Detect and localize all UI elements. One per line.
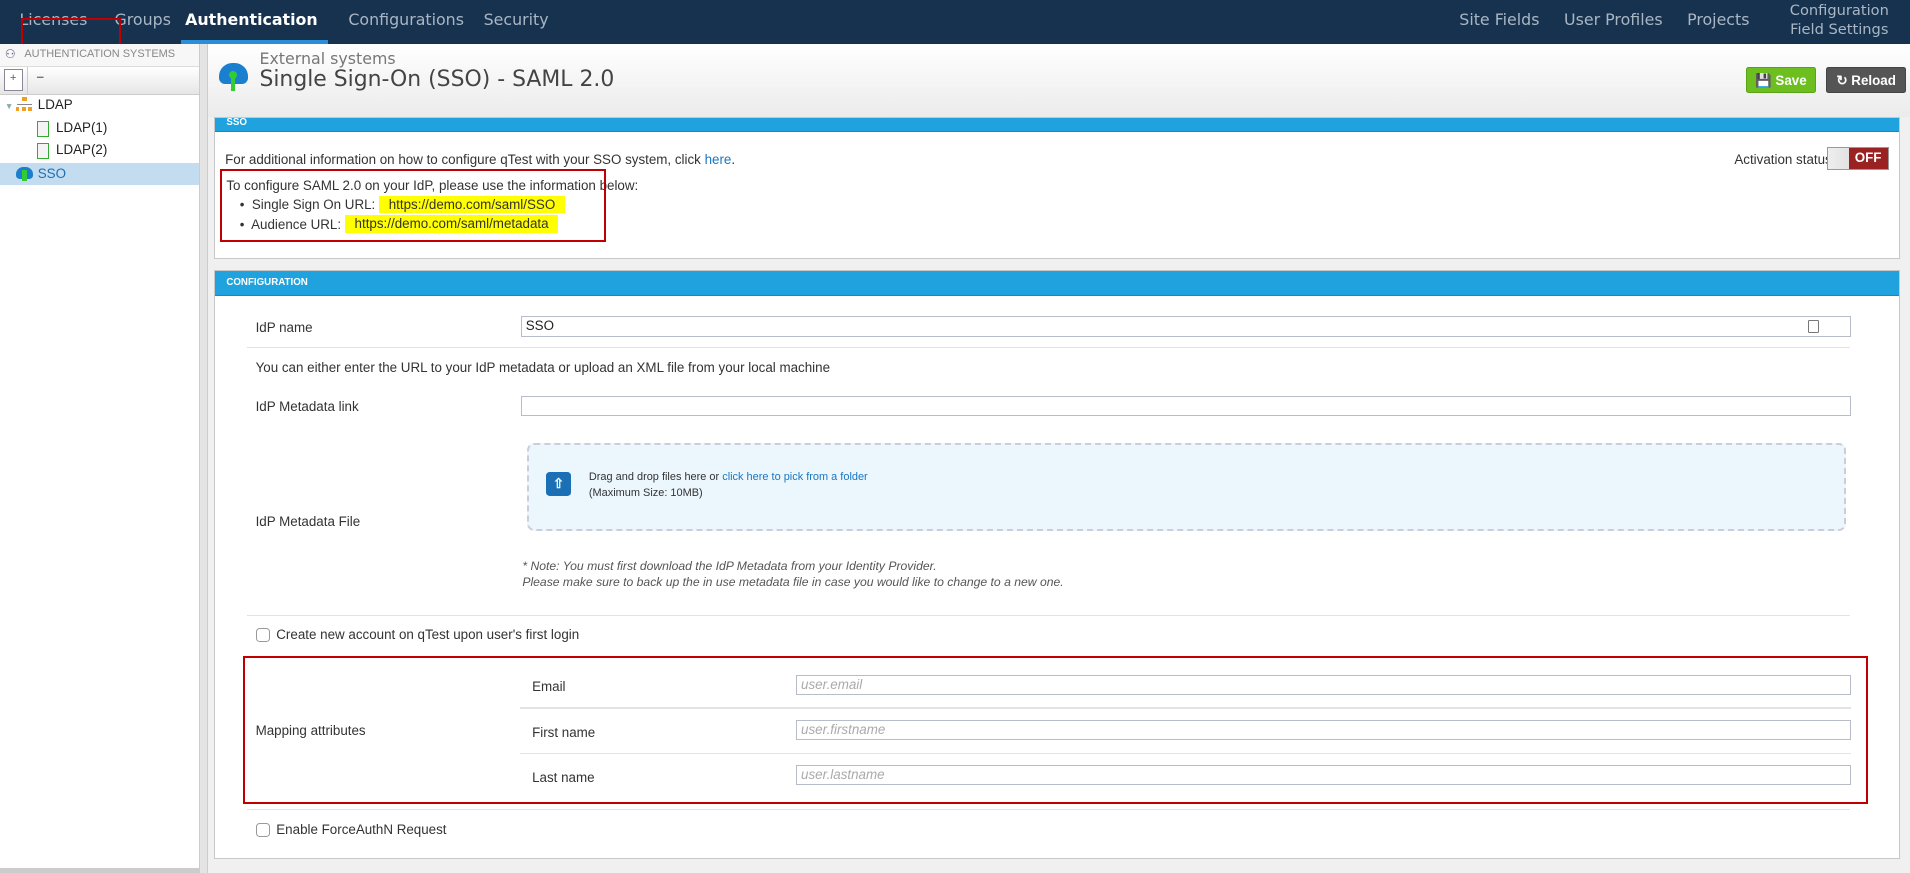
tab-label-line1: Configuration	[1789, 2, 1889, 20]
page-subtitle: External systems	[259, 48, 396, 68]
info-prefix: For additional information on how to con…	[225, 152, 705, 168]
expand-triangle-icon[interactable]: ▼	[5, 101, 13, 111]
sidebar-toolbar: + –	[0, 66, 199, 95]
tree-item-sso-selected[interactable]: SSO	[0, 163, 199, 186]
panel-splitter[interactable]	[199, 43, 209, 873]
mapping-email-label: Email	[532, 679, 566, 695]
forceauthn-label: Enable ForceAuthN Request	[276, 821, 447, 837]
sso-info-text: For additional information on how to con…	[225, 152, 735, 167]
audience-url-row: • Audience URL: https://demo.com/saml/me…	[240, 215, 559, 233]
info-suffix: .	[731, 152, 736, 168]
sso-cloud-key-icon	[219, 63, 249, 92]
create-account-checkbox[interactable]	[255, 628, 270, 643]
help-link[interactable]: here	[705, 152, 732, 167]
sso-panel-header: SSO	[215, 118, 1900, 133]
configure-text: To configure SAML 2.0 on your IdP, pleas…	[226, 177, 639, 193]
drop-text: Drag and drop files here or click here t…	[589, 471, 868, 483]
activation-toggle[interactable]: OFF	[1826, 147, 1890, 171]
tree-item-sso-label: SSO	[37, 165, 66, 181]
metadata-link-input[interactable]	[521, 395, 1852, 417]
max-size-text: (Maximum Size: 10MB)	[588, 486, 703, 499]
idp-name-label: IdP name	[255, 320, 313, 336]
mapping-attributes-label: Mapping attributes	[255, 723, 366, 739]
tree-item-ldap-2[interactable]: LDAP(2)	[56, 139, 107, 161]
save-label: Save	[1775, 72, 1807, 88]
tab-groups[interactable]: Groups	[115, 10, 171, 29]
mapping-first-name-input[interactable]: user.firstname	[796, 719, 1852, 741]
idp-name-input[interactable]: SSO	[521, 316, 1852, 338]
sidebar: ⚇ AUTHENTICATION SYSTEMS + – ▼ LDAP LDAP…	[0, 43, 200, 873]
sidebar-title: AUTHENTICATION SYSTEMS	[24, 47, 176, 60]
upload-icon: ⇧	[546, 471, 571, 497]
document-icon	[36, 120, 50, 138]
sso-panel: SSO For additional information on how to…	[214, 116, 1901, 260]
pick-folder-link[interactable]: click here to pick from a folder	[722, 471, 868, 483]
mapping-last-name-input[interactable]: user.lastname	[796, 764, 1852, 786]
note-line-1: * Note: You must first download the IdP …	[522, 558, 937, 573]
save-button[interactable]: 💾 Save	[1745, 66, 1817, 93]
sso-url-label: Single Sign On URL:	[251, 197, 376, 213]
audience-url-label: Audience URL:	[251, 216, 342, 232]
top-nav: Licenses Groups Authentication Configura…	[0, 0, 1910, 44]
add-system-icon[interactable]: +	[3, 69, 23, 91]
hierarchy-icon	[15, 97, 33, 112]
mapping-last-name-label: Last name	[532, 769, 595, 785]
metadata-hint-text: You can either enter the URL to your IdP…	[255, 360, 831, 376]
sidebar-scrollbar[interactable]	[0, 868, 199, 873]
tab-configurations[interactable]: Configurations	[348, 10, 464, 29]
toggle-off-label: OFF	[1848, 148, 1888, 169]
users-icon: ⚇	[4, 46, 16, 61]
reload-button[interactable]: ↻ Reload	[1825, 66, 1907, 93]
sso-url-row: • Single Sign On URL: https://demo.com/s…	[240, 195, 565, 214]
note-line-2: Please make sure to back up the in use m…	[522, 574, 1064, 589]
file-dropzone[interactable]: ⇧ Drag and drop files here or click here…	[527, 443, 1847, 531]
audience-url-value: https://demo.com/saml/metadata	[344, 215, 559, 233]
contact-card-icon	[1808, 319, 1819, 333]
metadata-link-label: IdP Metadata link	[255, 399, 359, 415]
tab-security[interactable]: Security	[484, 10, 549, 29]
collapse-button[interactable]: –	[37, 69, 44, 84]
tab-label-line2: Field Settings	[1790, 20, 1889, 38]
configuration-panel: CONFIGURATION IdP name SSO You can eithe…	[214, 270, 1901, 859]
tree-item-ldap[interactable]: LDAP	[38, 94, 73, 116]
page-header: External systems Single Sign-On (SSO) - …	[208, 43, 1910, 117]
create-account-label: Create new account on qTest upon user's …	[276, 627, 580, 643]
tab-projects[interactable]: Projects	[1687, 10, 1749, 29]
sso-url-value: https://demo.com/saml/SSO	[379, 195, 565, 214]
activation-status-label: Activation status	[1734, 152, 1832, 168]
metadata-file-label: IdP Metadata File	[255, 513, 361, 529]
idp-name-value: SSO	[525, 318, 554, 334]
tab-user-profiles[interactable]: User Profiles	[1564, 10, 1663, 29]
reload-label: Reload	[1851, 72, 1896, 88]
tree-item-ldap-1[interactable]: LDAP(1)	[56, 117, 107, 139]
configuration-panel-header: CONFIGURATION	[215, 271, 1900, 296]
floppy-disk-icon: 💾	[1755, 72, 1772, 88]
mapping-first-name-label: First name	[532, 724, 596, 740]
forceauthn-checkbox[interactable]	[255, 823, 270, 838]
sso-cloud-key-icon	[15, 166, 33, 182]
tab-site-fields[interactable]: Site Fields	[1459, 10, 1539, 29]
refresh-icon: ↻	[1836, 72, 1848, 88]
document-icon	[36, 142, 50, 160]
page-title: Single Sign-On (SSO) - SAML 2.0	[259, 66, 615, 92]
tab-authentication[interactable]: Authentication	[185, 10, 318, 29]
tab-configuration-field-settings[interactable]: Configuration Field Settings	[1788, 2, 1890, 39]
sidebar-header: ⚇ AUTHENTICATION SYSTEMS	[0, 43, 199, 67]
drop-prefix: Drag and drop files here or	[588, 470, 723, 483]
mapping-email-input[interactable]: user.email	[796, 674, 1852, 696]
